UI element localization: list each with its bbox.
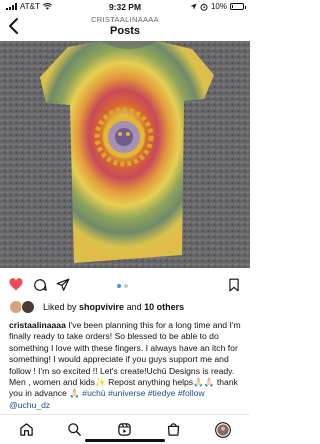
battery-percent: 10% xyxy=(210,2,227,11)
caption-username[interactable]: cristaalinaaaa xyxy=(9,320,66,330)
likes-others-link[interactable]: 10 others xyxy=(144,302,184,312)
location-arrow-icon xyxy=(190,3,197,10)
post-image[interactable] xyxy=(0,41,250,268)
battery-level xyxy=(232,5,233,8)
profile-avatar-icon[interactable] xyxy=(215,422,231,438)
tie-dye-shirt-photo xyxy=(0,41,250,268)
alarm-icon xyxy=(200,3,208,11)
bookmark-icon[interactable] xyxy=(228,278,240,292)
liker-avatars xyxy=(9,300,39,314)
search-icon[interactable] xyxy=(67,422,82,437)
avatar xyxy=(21,300,35,314)
post-caption: cristaalinaaaa I've been planning this f… xyxy=(9,320,245,411)
heart-icon[interactable] xyxy=(9,278,23,291)
caption-hashtags[interactable]: #uchū #universe #tiedye #follow xyxy=(82,388,204,398)
page-title: Posts xyxy=(110,25,140,37)
caption-mention[interactable]: @uchu_dz xyxy=(9,400,50,410)
shop-icon[interactable] xyxy=(166,422,181,437)
share-icon[interactable] xyxy=(56,278,70,292)
battery-icon xyxy=(230,3,246,10)
header: CRISTAALINAAAA Posts xyxy=(0,13,250,40)
carousel-indicator xyxy=(117,284,128,288)
comment-icon[interactable] xyxy=(33,278,47,292)
header-username: CRISTAALINAAAA xyxy=(91,15,159,24)
carousel-dot-active xyxy=(117,284,121,288)
status-bar: AT&T 9:32 PM 10% xyxy=(0,0,250,13)
post-actions xyxy=(0,275,250,295)
likes-user-link[interactable]: shopvivire xyxy=(79,302,124,312)
home-indicator xyxy=(85,439,165,442)
likes-prefix: Liked by xyxy=(43,302,77,312)
likes-connector: and xyxy=(126,302,142,312)
carousel-dot xyxy=(124,284,128,288)
reels-icon[interactable] xyxy=(117,422,132,437)
status-right: 10% xyxy=(190,2,246,11)
caption-text: I've been planning this for a long time … xyxy=(9,320,241,399)
home-icon[interactable] xyxy=(19,422,34,437)
likes-row[interactable]: Liked by shopvivire and 10 others xyxy=(9,299,184,315)
